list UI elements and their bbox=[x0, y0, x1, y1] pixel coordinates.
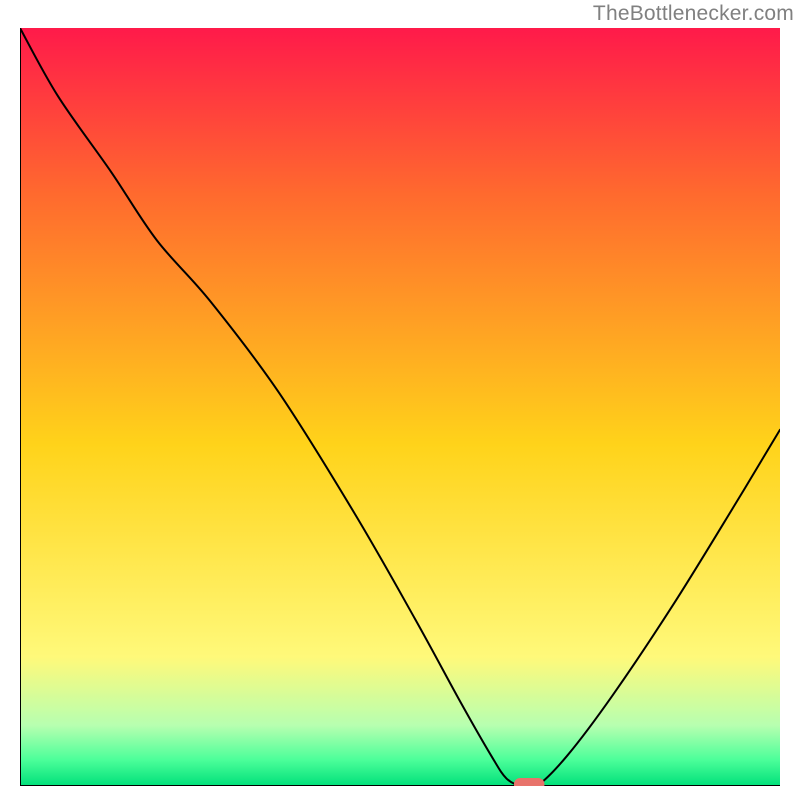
chart-svg bbox=[20, 28, 780, 786]
background-gradient bbox=[20, 28, 780, 786]
bottleneck-chart: TheBottlenecker.com bbox=[0, 0, 800, 800]
plot-area bbox=[20, 28, 780, 786]
minimum-marker bbox=[514, 778, 544, 786]
attribution-label: TheBottlenecker.com bbox=[593, 2, 794, 26]
